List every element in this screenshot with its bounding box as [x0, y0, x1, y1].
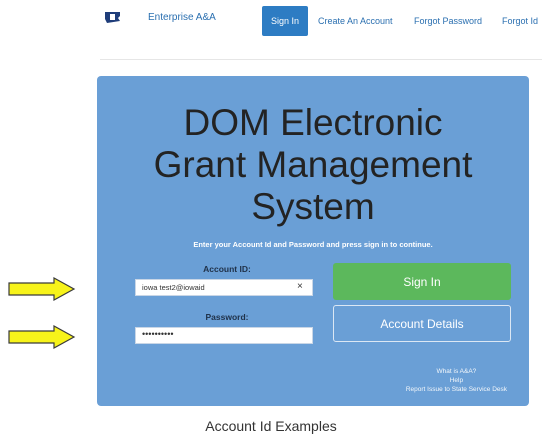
- title-line-1: DOM Electronic: [183, 102, 443, 143]
- top-navigation: Enterprise A&A Sign In Create An Account…: [0, 0, 542, 40]
- signin-button[interactable]: Sign In: [333, 263, 511, 300]
- account-id-input[interactable]: iowa test2@iowaid: [135, 279, 313, 296]
- login-instructions: Enter your Account Id and Password and p…: [193, 240, 433, 249]
- what-is-aa-link[interactable]: What is A&A?: [406, 367, 507, 376]
- nav-forgot-password-link[interactable]: Forgot Password: [414, 16, 482, 26]
- arrow-right-icon: [8, 277, 76, 301]
- help-link[interactable]: Help: [406, 376, 507, 385]
- arrow-right-icon: [8, 325, 76, 349]
- help-links: What is A&A? Help Report Issue to State …: [406, 367, 507, 394]
- iowa-logo-icon: [105, 12, 120, 23]
- title-line-2: Grant Management: [153, 144, 473, 185]
- report-issue-link[interactable]: Report Issue to State Service Desk: [406, 385, 507, 394]
- nav-forgot-id-link[interactable]: Forgot Id: [502, 16, 538, 26]
- account-id-examples-heading: Account Id Examples: [205, 418, 337, 434]
- login-panel: DOM Electronic Grant Management System E…: [97, 76, 529, 406]
- nav-signin-tab[interactable]: Sign In: [262, 6, 308, 36]
- title-line-3: System: [251, 186, 375, 227]
- page-title: DOM Electronic Grant Management System: [97, 102, 529, 228]
- nav-create-account-link[interactable]: Create An Account: [318, 16, 393, 26]
- brand-link[interactable]: Enterprise A&A: [148, 12, 216, 23]
- account-details-button[interactable]: Account Details: [333, 305, 511, 342]
- password-label: Password:: [205, 312, 249, 322]
- account-id-label: Account ID:: [203, 264, 251, 274]
- password-input[interactable]: ••••••••••: [135, 327, 313, 344]
- clear-account-icon[interactable]: ×: [297, 281, 303, 292]
- nav-divider: [100, 59, 542, 60]
